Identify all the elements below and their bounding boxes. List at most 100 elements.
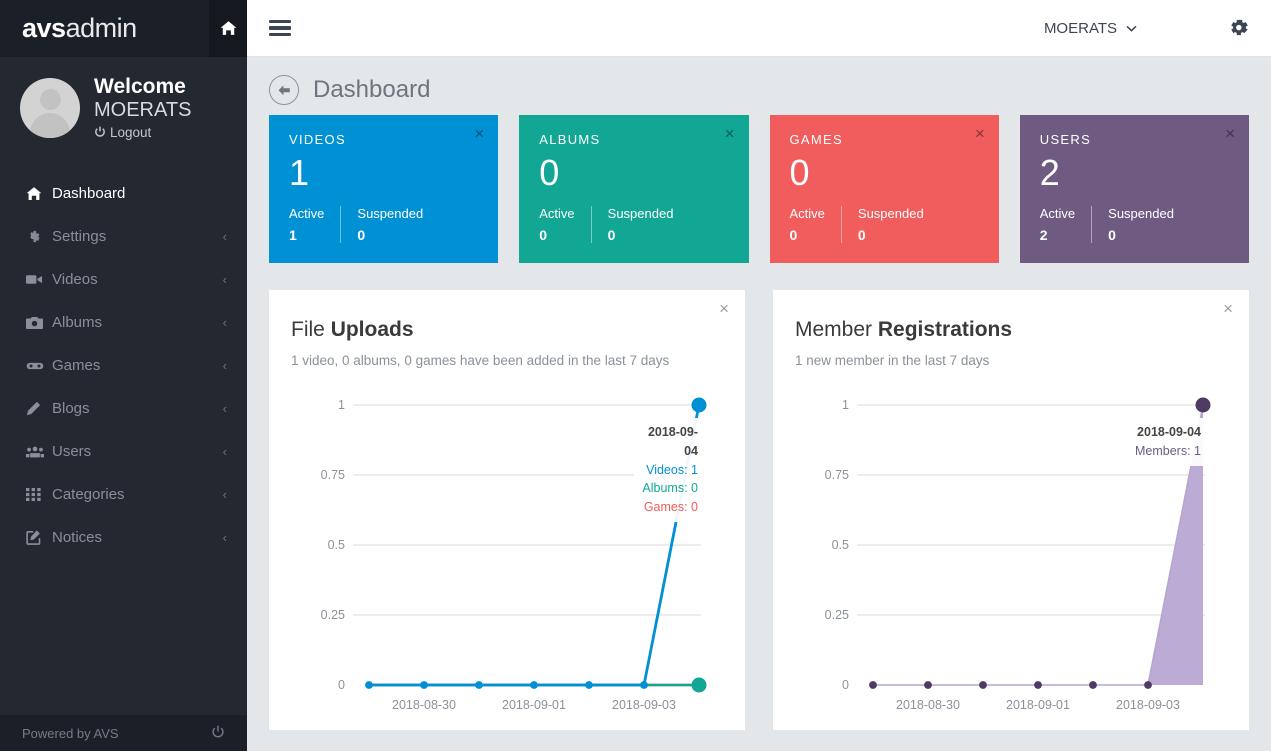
back-button[interactable] (269, 75, 299, 105)
logout-link[interactable]: Logout (94, 125, 191, 140)
sidebar-item-label: Dashboard (52, 185, 126, 203)
home-button[interactable] (209, 0, 247, 57)
sidebar-item-caret: ‹ (222, 401, 227, 417)
members-chart[interactable]: 1 0.75 0.5 0.25 0 2018-08-30 2018-09-01 … (795, 390, 1227, 712)
stat-suspended-value: 0 (607, 226, 616, 243)
y-tick-label: 0 (842, 678, 849, 692)
gear-icon (1231, 19, 1248, 36)
close-icon[interactable]: × (474, 125, 484, 142)
stat-card-title: VIDEOS (289, 132, 346, 147)
sidebar-item-blogs[interactable]: Blogs ‹ (0, 387, 247, 430)
uploads-chart[interactable]: 1 0.75 0.5 0.25 0 2018-08-30 2018-09-01 … (291, 390, 723, 712)
stat-card-total: 2 (1039, 152, 1060, 193)
stat-suspended-value: 0 (857, 226, 866, 243)
camera-icon (26, 316, 52, 330)
stat-suspended-label: Suspended (1108, 205, 1174, 221)
sidebar-item-label: Categories (52, 486, 125, 504)
stat-card-total: 0 (789, 152, 810, 193)
x-tick-label: 2018-09-01 (1006, 698, 1070, 712)
stat-suspended: Suspended 0 (590, 205, 690, 243)
sidebar-footer: Powered by AVS (0, 715, 247, 751)
sidebar-item-caret: ‹ (222, 444, 227, 460)
users-icon (26, 445, 52, 459)
sidebar-item-notices[interactable]: Notices ‹ (0, 516, 247, 559)
panel-subtitle: 1 new member in the last 7 days (795, 353, 990, 368)
panel-title-light: File (291, 318, 331, 341)
stat-card-users: × USERS 2 Active 2 Suspended 0 (1019, 115, 1249, 263)
stat-card-total: 0 (539, 152, 560, 193)
y-tick-label: 0 (338, 678, 345, 692)
hamburger-icon[interactable] (269, 19, 291, 37)
profile-username: MOERATS (94, 98, 192, 121)
sidebar-item-label: Albums (52, 314, 103, 332)
stat-suspended-value: 0 (357, 226, 366, 243)
user-dropdown[interactable]: MOERATS (1044, 20, 1137, 37)
sidebar-item-caret: ‹ (222, 272, 227, 288)
sidebar-item-label: Users (52, 443, 92, 461)
stat-suspended: Suspended 0 (1091, 205, 1190, 243)
logout-label: Logout (110, 124, 152, 140)
settings-button[interactable] (1227, 17, 1249, 39)
stat-active: Active 0 (539, 206, 590, 243)
profile-info: Welcome MOERATS Logout (94, 75, 191, 140)
home-icon (220, 21, 236, 35)
stat-card-footer: Active 1 Suspended 0 (289, 205, 478, 243)
power-icon (95, 127, 105, 138)
app-root: avsadmin Welcome MOERATS Logout Dashboar… (0, 0, 1271, 751)
video-camera-icon (26, 273, 52, 286)
stat-card-videos: × VIDEOS 1 Active 1 Suspended 0 (269, 115, 499, 263)
stat-suspended-label: Suspended (857, 205, 924, 221)
x-tick-label: 2018-08-30 (896, 698, 960, 712)
brand-header: avsadmin (0, 0, 247, 57)
panel-title: File Uploads (291, 318, 723, 342)
close-icon[interactable]: × (975, 125, 985, 142)
topbar-right: MOERATS (1044, 17, 1249, 39)
stat-card-footer: Active 0 Suspended 0 (539, 205, 728, 243)
panel-title-light: Member (795, 318, 878, 341)
avatar (20, 77, 80, 138)
chevron-down-icon (1126, 25, 1137, 32)
gridlines (353, 404, 701, 616)
stat-card-footer: Active 2 Suspended 0 (1040, 205, 1229, 243)
avatar-head (39, 88, 61, 110)
sidebar-item-label: Games (52, 357, 101, 375)
panel-file-uploads: × File Uploads 1 video, 0 albums, 0 game… (269, 290, 745, 730)
stat-card-games: × GAMES 0 Active 0 Suspended 0 (769, 115, 999, 263)
x-tick-label: 2018-09-03 (1116, 698, 1180, 712)
power-icon[interactable] (211, 725, 225, 742)
y-tick-label: 0.25 (824, 608, 849, 622)
sidebar-item-albums[interactable]: Albums ‹ (0, 301, 247, 344)
stat-suspended-label: Suspended (357, 205, 424, 221)
sidebar-item-dashboard[interactable]: Dashboard (0, 172, 247, 215)
powered-by-label: Powered by AVS (22, 725, 119, 741)
sidebar-nav: Dashboard Settings ‹ Videos ‹ Albums ‹ G… (0, 172, 247, 559)
home-icon (26, 186, 52, 202)
y-tick-label: 0.75 (320, 468, 345, 482)
sidebar-item-settings[interactable]: Settings ‹ (0, 215, 247, 258)
sidebar-item-users[interactable]: Users ‹ (0, 430, 247, 473)
sidebar-item-categories[interactable]: Categories ‹ (0, 473, 247, 516)
panel-title-bold: Uploads (330, 318, 414, 341)
y-tick-label: 0.5 (327, 538, 345, 552)
chart-panels: × File Uploads 1 video, 0 albums, 0 game… (269, 290, 1249, 730)
hamburger-bar (269, 26, 291, 30)
y-tick-label: 0.25 (320, 608, 345, 622)
stat-active: Active 2 (1040, 206, 1091, 243)
close-icon[interactable]: × (1223, 300, 1233, 317)
sidebar-item-videos[interactable]: Videos ‹ (0, 258, 247, 301)
stat-suspended-value: 0 (1108, 226, 1116, 243)
close-icon[interactable]: × (725, 125, 735, 142)
sidebar-item-caret: ‹ (222, 358, 227, 374)
close-icon[interactable]: × (1225, 125, 1235, 142)
stat-card-footer: Active 0 Suspended 0 (790, 205, 979, 243)
stat-suspended-label: Suspended (607, 205, 674, 221)
panel-subtitle: 1 video, 0 albums, 0 games have been add… (291, 353, 670, 368)
close-icon[interactable]: × (719, 300, 729, 317)
stat-card-albums: × ALBUMS 0 Active 0 Suspended 0 (519, 115, 749, 263)
hamburger-bar (269, 32, 291, 37)
y-tick-label: 1 (338, 398, 345, 412)
user-dropdown-label: MOERATS (1043, 19, 1117, 37)
brand-logo[interactable]: avsadmin (22, 13, 137, 44)
x-tick-label: 2018-09-03 (612, 698, 676, 712)
sidebar-item-games[interactable]: Games ‹ (0, 344, 247, 387)
